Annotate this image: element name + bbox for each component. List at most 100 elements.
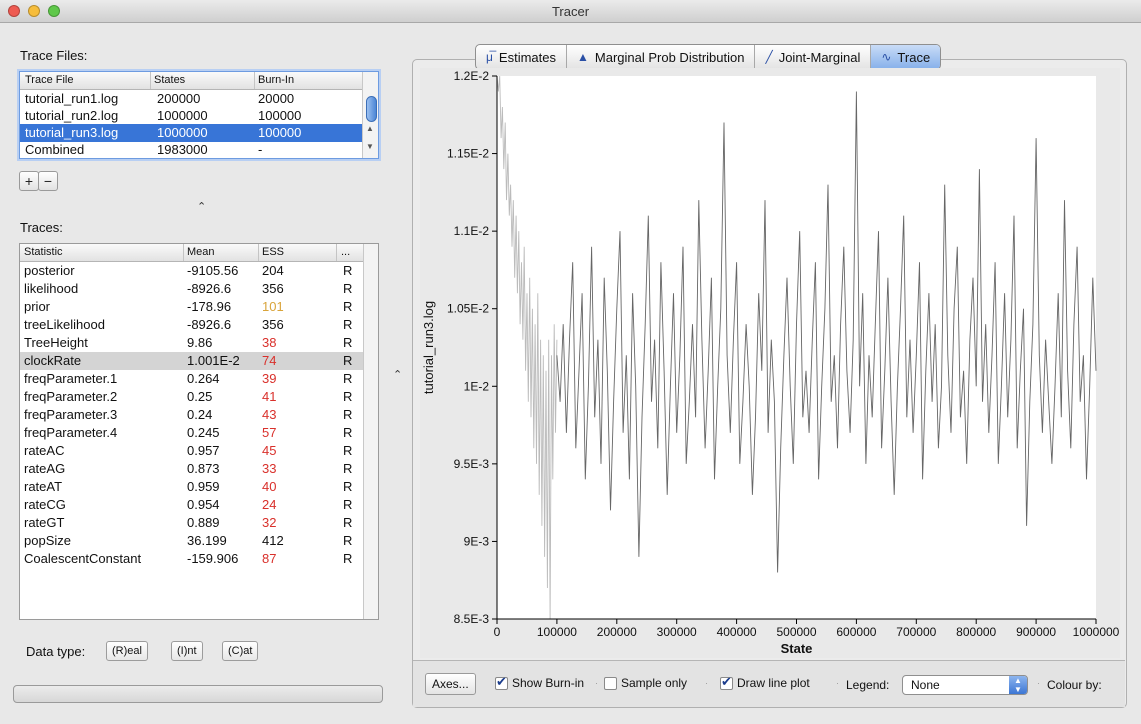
scroll-up-arrow-icon[interactable]: ▲: [366, 124, 374, 133]
trace-row[interactable]: CoalescentConstant -159.906 87 R: [20, 550, 363, 568]
x-tick-label: 500000: [776, 625, 816, 639]
trace-row[interactable]: prior -178.96 101 R: [20, 298, 363, 316]
trace-row[interactable]: rateAT 0.959 40 R: [20, 478, 363, 496]
axes-button[interactable]: Axes...: [425, 673, 476, 695]
trace-files-scrollbar[interactable]: ▲ ▼: [362, 72, 378, 158]
title-bar: Tracer: [0, 0, 1141, 23]
x-tick-label: 800000: [956, 625, 996, 639]
y-tick-label: 9E-3: [464, 534, 490, 548]
draw-line-plot-checkbox[interactable]: Draw line plot: [720, 674, 810, 690]
trace-row[interactable]: popSize 36.199 412 R: [20, 532, 363, 550]
trace-statistic: posterior: [24, 263, 75, 278]
trace-files-label: Trace Files:: [20, 48, 88, 63]
remove-trace-file-button[interactable]: −: [38, 171, 58, 191]
trace-mean: -8926.6: [187, 317, 232, 332]
trace-row[interactable]: freqParameter.1 0.264 39 R: [20, 370, 363, 388]
trace-ess: 38: [262, 335, 277, 350]
tab-joint-marginal[interactable]: ╱ Joint-Marginal: [755, 45, 872, 69]
trace-mean: 0.245: [187, 425, 220, 440]
trace-row[interactable]: freqParameter.4 0.245 57 R: [20, 424, 363, 442]
mu-icon: μ̅: [486, 50, 493, 64]
tab-marginal-prob-distribution[interactable]: ▲ Marginal Prob Distribution: [567, 45, 756, 69]
trace-statistic: likelihood: [24, 281, 79, 296]
trace-file-burn-in: -: [258, 142, 263, 157]
trace-files-table[interactable]: Trace File States Burn-In tutorial_run1.…: [19, 71, 379, 159]
sample-only-checkbox[interactable]: Sample only: [604, 676, 687, 690]
data-type-int-button[interactable]: (I)nt: [171, 641, 203, 661]
column-header-states[interactable]: States: [154, 74, 185, 86]
trace-ess: 45: [262, 443, 277, 458]
column-header-statistic[interactable]: Statistic: [24, 246, 63, 258]
column-header-type[interactable]: ...: [341, 246, 350, 258]
add-trace-file-button[interactable]: +: [19, 171, 39, 191]
trace-row[interactable]: freqParameter.2 0.25 41 R: [20, 388, 363, 406]
trace-type: R: [343, 533, 353, 548]
trace-row[interactable]: posterior -9105.56 204 R: [20, 262, 363, 280]
trace-file-states: 200000: [157, 91, 201, 106]
trace-row[interactable]: rateCG 0.954 24 R: [20, 496, 363, 514]
trace-mean: 0.957: [187, 443, 220, 458]
trace-file-row[interactable]: tutorial_run1.log 200000 20000: [20, 90, 362, 108]
show-burn-in-check-icon[interactable]: [495, 674, 508, 690]
tab-label: Estimates: [498, 49, 556, 65]
draw-line-plot-check-icon[interactable]: [720, 674, 733, 690]
splitter-handle-icon[interactable]: ⌃: [197, 200, 206, 213]
legend-label: Legend:: [846, 678, 890, 692]
trace-row[interactable]: likelihood -8926.6 356 R: [20, 280, 363, 298]
trace-row[interactable]: TreeHeight 9.86 38 R: [20, 334, 363, 352]
tab-trace[interactable]: ∿ Trace: [871, 45, 941, 69]
trace-type: R: [343, 461, 353, 476]
trace-row[interactable]: rateAG 0.873 33 R: [20, 460, 363, 478]
x-tick-label: 100000: [537, 625, 577, 639]
trace-file-row[interactable]: Combined 1983000 -: [20, 141, 362, 158]
show-burn-in-checkbox[interactable]: Show Burn-in: [495, 674, 584, 690]
traces-scrollbar[interactable]: [363, 244, 378, 619]
trace-ess: 43: [262, 407, 277, 422]
trace-file-row[interactable]: tutorial_run3.log 1000000 100000: [20, 124, 362, 142]
trace-statistic: freqParameter.2: [24, 389, 118, 404]
scrollbar-thumb[interactable]: [366, 96, 377, 122]
vertical-splitter-handle-icon[interactable]: ⌃: [393, 368, 402, 381]
scroll-down-arrow-icon[interactable]: ▼: [366, 142, 374, 151]
column-header-ess[interactable]: ESS: [262, 246, 284, 258]
x-tick-label: 900000: [1016, 625, 1056, 639]
column-header-trace-file[interactable]: Trace File: [25, 74, 74, 86]
trace-mean: 9.86: [187, 335, 213, 350]
trace-row[interactable]: rateGT 0.889 32 R: [20, 514, 363, 532]
trace-plot[interactable]: 0 100000 200000 300000 400000 500000 600000 700…: [420, 68, 1120, 658]
trace-ess: 24: [262, 497, 277, 512]
trace-row[interactable]: clockRate 1.001E-2 74 R: [20, 352, 363, 370]
trace-ess: 356: [262, 281, 284, 296]
trace-statistic: rateAG: [24, 461, 66, 476]
plot-controls-bar: Axes... Show Burn-in · Sample only · Dra…: [413, 660, 1125, 707]
trace-type: R: [343, 479, 353, 494]
trace-chart-svg: 0 100000 200000 300000 400000 500000 600000 700…: [421, 69, 1120, 656]
tab-estimates[interactable]: μ̅ Estimates: [476, 45, 567, 69]
data-type-real-button[interactable]: (R)eal: [106, 641, 148, 661]
trace-mean: 0.959: [187, 479, 220, 494]
trace-file-name: tutorial_run1.log: [25, 91, 119, 106]
y-tick-label: 1.2E-2: [454, 69, 490, 83]
trace-ess: 87: [262, 551, 277, 566]
traces-table[interactable]: Statistic Mean ESS ... posterior -9105.56…: [19, 243, 379, 620]
trace-ess: 32: [262, 515, 277, 530]
sample-only-check-icon[interactable]: [604, 676, 617, 690]
trace-type: R: [343, 407, 353, 422]
column-header-burn-in[interactable]: Burn-In: [258, 74, 294, 86]
trace-statistic: treeLikelihood: [24, 317, 105, 332]
trace-type: R: [343, 263, 353, 278]
y-tick-label: 1E-2: [464, 379, 490, 393]
trace-row[interactable]: freqParameter.3 0.24 43 R: [20, 406, 363, 424]
trace-mean: 0.873: [187, 461, 220, 476]
column-header-mean[interactable]: Mean: [187, 246, 215, 258]
trace-statistic: CoalescentConstant: [24, 551, 142, 566]
trace-row[interactable]: treeLikelihood -8926.6 356 R: [20, 316, 363, 334]
trace-row[interactable]: rateAC 0.957 45 R: [20, 442, 363, 460]
legend-select[interactable]: None ▲ ▼: [902, 675, 1028, 695]
trace-type: R: [343, 425, 353, 440]
trace-file-name: Combined: [25, 142, 85, 157]
trace-file-row[interactable]: tutorial_run2.log 1000000 100000: [20, 107, 362, 125]
data-type-cat-button[interactable]: (C)at: [222, 641, 259, 661]
trace-file-states: 1000000: [157, 108, 208, 123]
trace-file-name: tutorial_run2.log: [25, 108, 119, 123]
